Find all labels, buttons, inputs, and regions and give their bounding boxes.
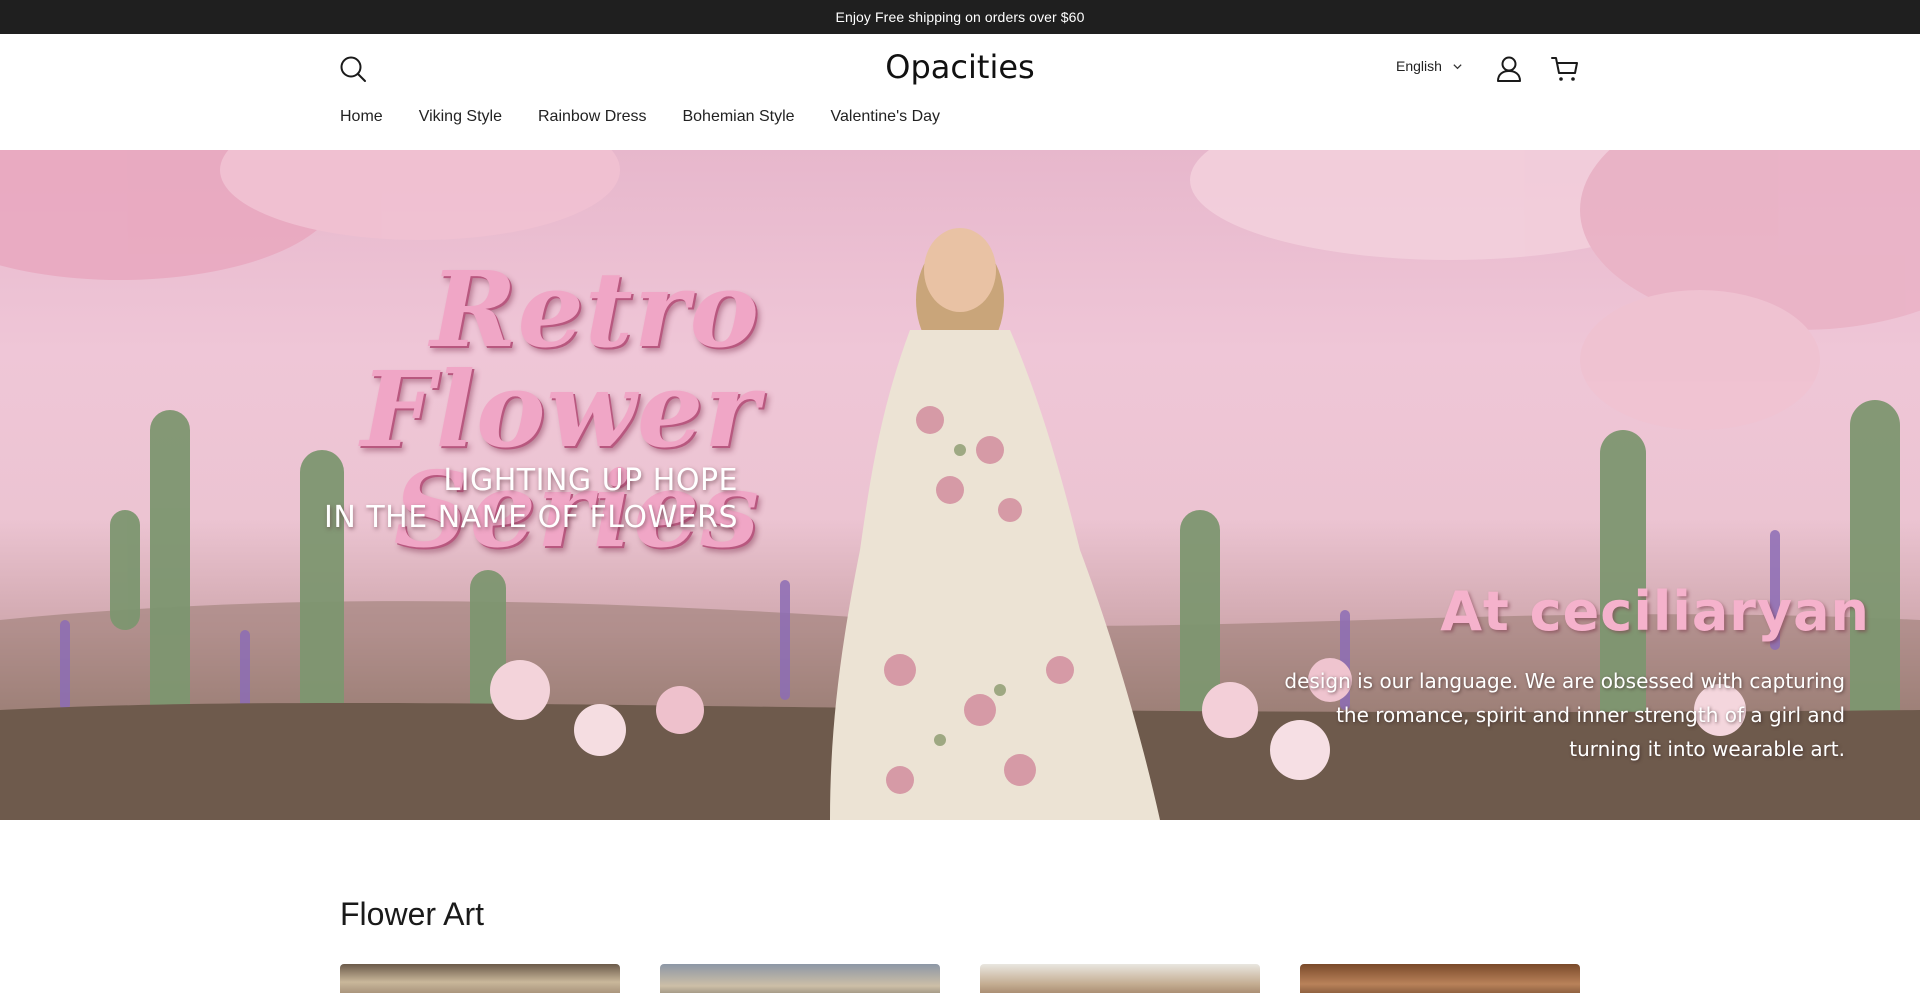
search-icon: [340, 56, 366, 82]
product-card-image[interactable]: [340, 964, 620, 993]
language-selector[interactable]: English: [1396, 58, 1463, 74]
nav-item-viking-style[interactable]: Viking Style: [419, 108, 502, 126]
hero-description: design is our language. We are obsessed …: [1260, 664, 1845, 766]
chevron-down-icon: [1453, 63, 1462, 69]
hero-title-line-1: Retro Flower: [360, 248, 760, 471]
account-button[interactable]: [1494, 54, 1524, 84]
hero-description-line-3: turning it into wearable art.: [1569, 737, 1845, 761]
nav-item-rainbow-dress[interactable]: Rainbow Dress: [538, 108, 646, 126]
account-icon: [1497, 56, 1521, 82]
hero-description-line-1: design is our language. We are obsessed …: [1284, 669, 1845, 693]
product-card-image[interactable]: [980, 964, 1260, 993]
announcement-text: Enjoy Free shipping on orders over $60: [835, 9, 1085, 25]
nav-item-home[interactable]: Home: [340, 108, 383, 126]
section-title: Flower Art: [340, 896, 485, 932]
language-label: English: [1396, 58, 1442, 74]
hero-subtitle-line-2: IN THE NAME OF FLOWERS: [324, 500, 738, 535]
hero-brand-heading: At ceciliaryan: [1440, 580, 1870, 643]
site-header: Opacities English Home Viking Style Rain…: [0, 34, 1920, 150]
site-logo[interactable]: Opacities: [885, 48, 1034, 86]
product-card-image[interactable]: [660, 964, 940, 993]
product-card-row: [340, 964, 1580, 993]
main-navigation: Home Viking Style Rainbow Dress Bohemian…: [340, 108, 940, 126]
hero-banner[interactable]: Retro Flower Series LIGHTING UP HOPE IN …: [0, 150, 1920, 820]
hero-subtitle-line-1: LIGHTING UP HOPE: [443, 463, 738, 498]
search-button[interactable]: [338, 54, 368, 84]
logo-container: Opacities: [0, 48, 1920, 86]
nav-item-bohemian-style[interactable]: Bohemian Style: [682, 108, 794, 126]
cart-icon: [1551, 57, 1578, 81]
cart-button[interactable]: [1550, 54, 1580, 84]
hero-subtitle: LIGHTING UP HOPE IN THE NAME OF FLOWERS: [300, 462, 738, 536]
product-card-image[interactable]: [1300, 964, 1580, 993]
hero-description-line-2: the romance, spirit and inner strength o…: [1336, 703, 1845, 727]
announcement-bar: Enjoy Free shipping on orders over $60: [0, 0, 1920, 34]
nav-item-valentines-day[interactable]: Valentine's Day: [831, 108, 940, 126]
